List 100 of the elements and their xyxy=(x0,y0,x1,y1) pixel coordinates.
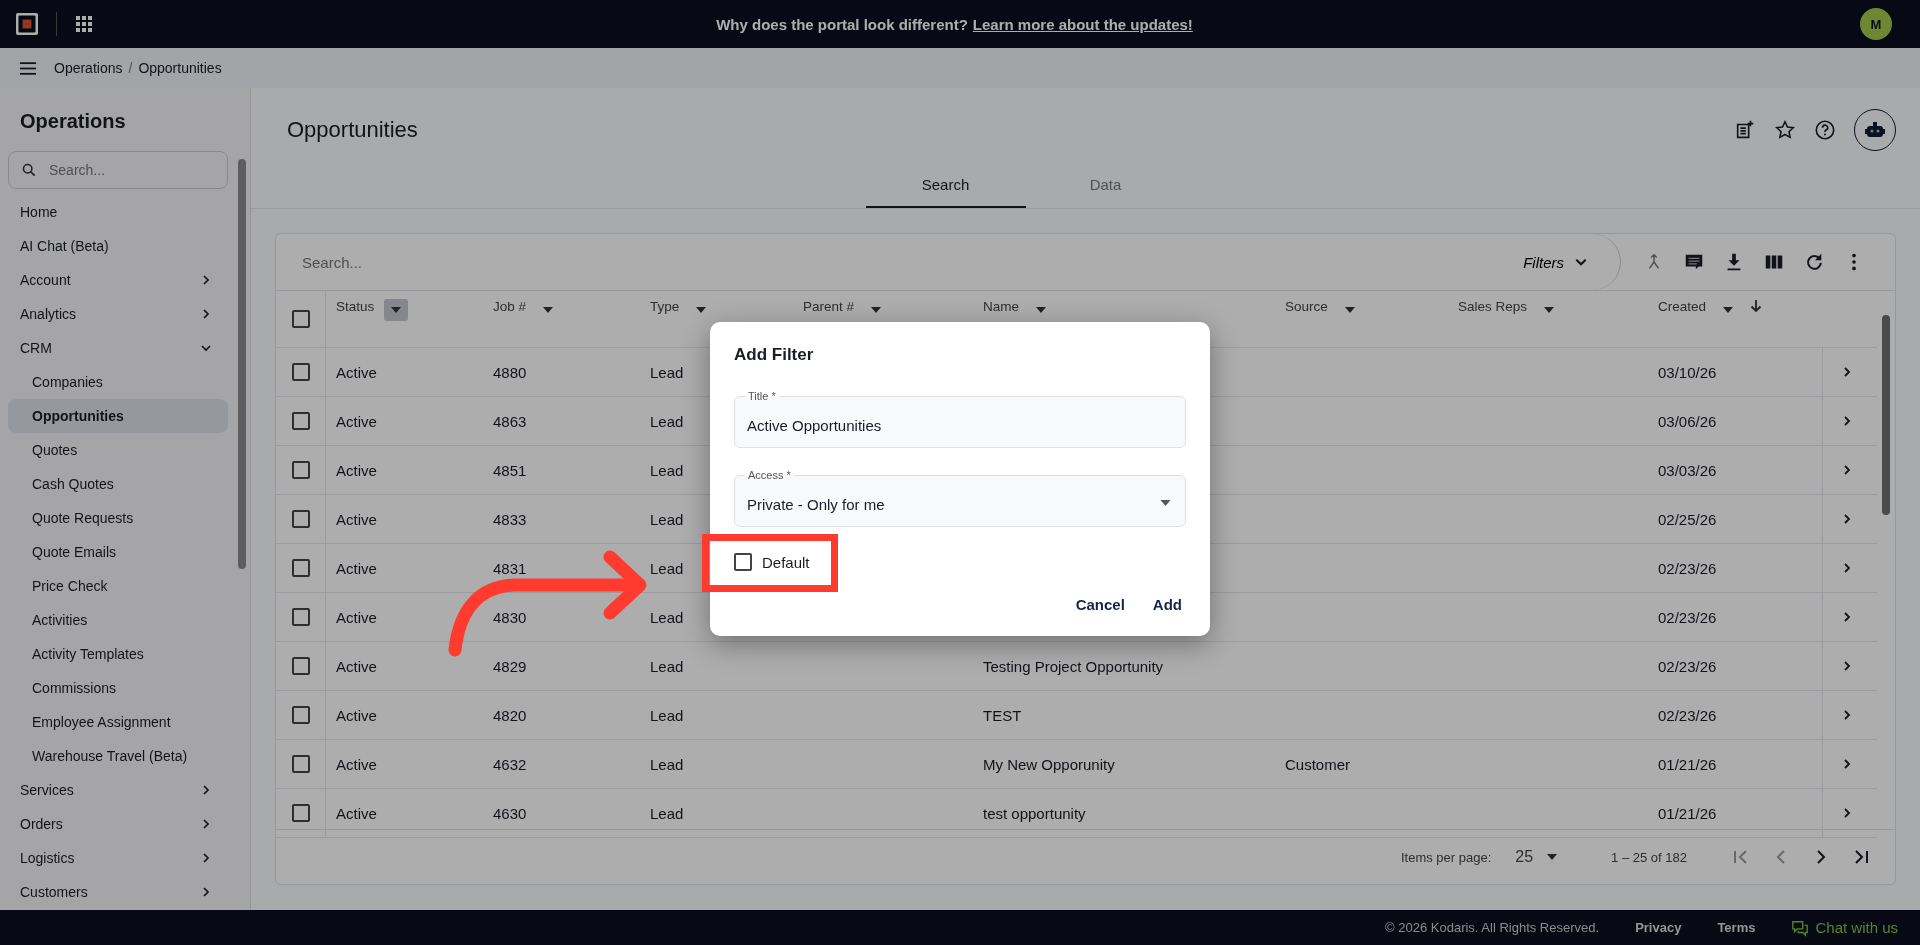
chevron-right-icon[interactable] xyxy=(1841,758,1853,770)
table-cell: 02/25/26 xyxy=(1658,510,1717,528)
chevron-right-icon[interactable] xyxy=(1841,513,1853,525)
sidebar-subitem[interactable]: Companies xyxy=(8,365,228,399)
page-size-select[interactable]: 25 xyxy=(1509,848,1564,866)
select-all-checkbox[interactable] xyxy=(291,310,310,328)
breadcrumb-separator: / xyxy=(128,60,133,76)
sidebar-item[interactable]: Customers xyxy=(8,875,228,909)
column-header[interactable]: Sales Reps xyxy=(1458,299,1528,314)
row-checkbox[interactable] xyxy=(291,608,310,626)
column-header[interactable]: Parent # xyxy=(803,299,855,314)
sidebar-item[interactable]: AI Chat (Beta) xyxy=(8,229,228,263)
table-cell: Lead xyxy=(650,559,684,577)
sidebar-subitem[interactable]: Quote Emails xyxy=(8,535,228,569)
chat-bubbles-icon xyxy=(1791,918,1810,937)
sidebar-subitem[interactable]: Quote Requests xyxy=(8,501,228,535)
dropdown-arrow-icon xyxy=(1723,307,1734,313)
menu-icon[interactable] xyxy=(20,61,36,75)
help-icon[interactable] xyxy=(1814,119,1836,141)
table-cell: 02/23/26 xyxy=(1658,657,1717,675)
sidebar-search-field[interactable]: Search... xyxy=(8,151,228,189)
row-checkbox[interactable] xyxy=(291,461,310,479)
user-avatar[interactable]: M xyxy=(1860,8,1892,40)
sidebar-item[interactable]: Orders xyxy=(8,807,228,841)
table-cell: 4829 xyxy=(493,657,527,675)
chevron-right-icon[interactable] xyxy=(1841,562,1853,574)
sidebar-subitem[interactable]: Commissions xyxy=(8,671,228,705)
row-checkbox[interactable] xyxy=(291,363,310,381)
sidebar-subitem[interactable]: Activities xyxy=(8,603,228,637)
table-cell: 02/23/26 xyxy=(1658,608,1717,626)
table-search-field[interactable]: Search... xyxy=(300,252,1508,272)
table-cell: Active xyxy=(336,559,377,577)
add-button[interactable]: Add xyxy=(1148,592,1186,617)
footer-link[interactable]: Privacy xyxy=(1635,920,1682,935)
star-icon[interactable] xyxy=(1774,119,1796,141)
dropdown-arrow-icon xyxy=(1160,500,1171,506)
table-cell: 4880 xyxy=(493,363,527,381)
row-checkbox[interactable] xyxy=(291,755,310,773)
filters-button[interactable]: Filters xyxy=(1507,234,1621,290)
items-per-page-label: Items per page: xyxy=(1400,849,1492,865)
chevron-right-icon[interactable] xyxy=(1841,807,1853,819)
add-note-icon[interactable] xyxy=(1734,119,1756,141)
row-checkbox[interactable] xyxy=(291,559,310,577)
cancel-button[interactable]: Cancel xyxy=(1071,592,1129,617)
breadcrumb-link[interactable]: Opportunities xyxy=(138,60,222,76)
row-checkbox[interactable] xyxy=(291,657,310,675)
table-cell: Lead xyxy=(650,510,684,528)
tab[interactable]: Search xyxy=(865,162,1026,208)
table-cell: Lead xyxy=(650,363,684,381)
table-cell: 01/21/26 xyxy=(1658,804,1717,822)
dropdown-arrow-icon xyxy=(1544,307,1555,313)
sidebar-item[interactable]: Account xyxy=(8,263,228,297)
column-header[interactable]: Job # xyxy=(493,299,527,314)
column-header[interactable]: Status xyxy=(336,299,375,314)
footer-link[interactable]: Terms xyxy=(1717,920,1756,935)
sidebar-subitem[interactable]: Opportunities xyxy=(8,399,228,433)
column-filter-button[interactable] xyxy=(384,299,409,321)
table-cell: 02/23/26 xyxy=(1658,706,1717,724)
breadcrumb-link[interactable]: Operations xyxy=(54,60,123,76)
table-cell: Customer xyxy=(1285,755,1351,773)
row-checkbox[interactable] xyxy=(291,510,310,528)
dropdown-arrow-icon xyxy=(391,307,402,313)
sidebar-item[interactable]: Analytics xyxy=(8,297,228,331)
column-header[interactable]: Type xyxy=(650,299,680,314)
sidebar-subitem[interactable]: Quotes xyxy=(8,433,228,467)
row-checkbox[interactable] xyxy=(291,804,310,822)
table-cell: My New Opporunity xyxy=(983,755,1115,773)
column-header[interactable]: Source xyxy=(1285,299,1328,314)
sidebar-subitem[interactable]: Employee Assignment xyxy=(8,705,228,739)
sidebar-subitem[interactable]: Activity Templates xyxy=(8,637,228,671)
announcement-link[interactable]: Learn more about the updates! xyxy=(972,15,1193,33)
dropdown-arrow-icon xyxy=(871,307,882,313)
default-checkbox[interactable] xyxy=(734,553,752,571)
chevron-right-icon[interactable] xyxy=(1841,660,1853,672)
dropdown-arrow-icon xyxy=(1036,307,1046,313)
announcement-text: Why does the portal look different? xyxy=(716,15,968,33)
sidebar-subitem[interactable]: Warehouse Travel (Beta) xyxy=(8,739,228,773)
sidebar-item[interactable]: Home xyxy=(8,195,228,229)
chevron-right-icon[interactable] xyxy=(1841,366,1853,378)
column-header[interactable]: Created xyxy=(1658,299,1707,314)
chevron-right-icon[interactable] xyxy=(1841,415,1853,427)
sidebar-item[interactable]: Services xyxy=(8,773,228,807)
chat-link[interactable]: Chat with us xyxy=(1791,918,1898,937)
row-checkbox[interactable] xyxy=(291,412,310,430)
apps-grid-icon[interactable] xyxy=(75,15,93,33)
sidebar-item[interactable]: Logistics xyxy=(8,841,228,875)
column-header[interactable]: Name xyxy=(983,299,1019,314)
checkbox-label: Default xyxy=(762,553,810,571)
table-cell: 4632 xyxy=(493,755,527,773)
chevron-right-icon[interactable] xyxy=(1841,611,1853,623)
table-cell: Active xyxy=(336,363,377,381)
sort-down-icon[interactable] xyxy=(1750,299,1763,313)
table-cell: Lead xyxy=(650,657,684,675)
sidebar-item[interactable]: CRM xyxy=(8,331,228,365)
chevron-right-icon[interactable] xyxy=(1841,464,1853,476)
sidebar-subitem[interactable]: Cash Quotes xyxy=(8,467,228,501)
logo-icon[interactable] xyxy=(16,13,38,35)
sidebar-subitem[interactable]: Price Check xyxy=(8,569,228,603)
row-checkbox[interactable] xyxy=(291,706,310,724)
chevron-right-icon[interactable] xyxy=(1841,709,1853,721)
